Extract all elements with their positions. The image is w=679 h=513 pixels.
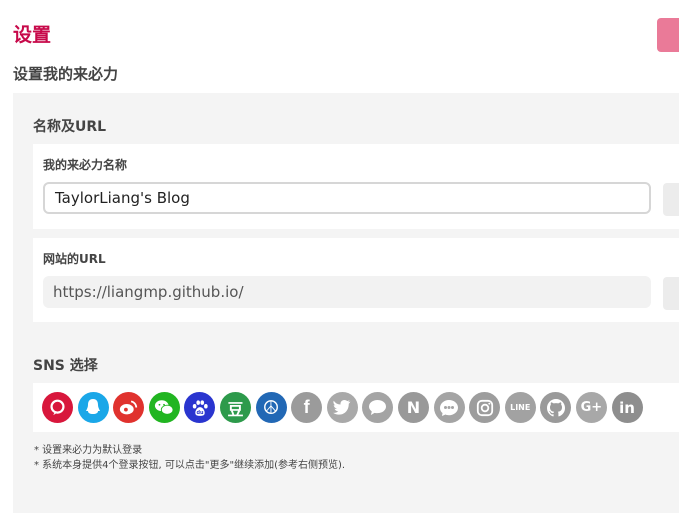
note-more-buttons: * 系统本身提供4个登录按钮, 可以点击"更多"继续添加(参考右侧预览). [34,460,346,471]
site-url-side-button[interactable] [663,277,679,310]
site-url-input[interactable]: https://liangmp.github.io/ [43,276,651,308]
notes: * 设置来必力为默认登录 * 系统本身提供4个登录按钮, 可以点击"更多"继续添… [34,443,345,473]
settings-panel: 名称及URL 我的来必力名称 TaylorLiang's Blog 网站的URL… [13,93,679,513]
douban-icon[interactable]: 豆 [219,392,251,423]
qq-icon[interactable] [77,392,109,423]
site-url-card: 网站的URL https://liangmp.github.io/ [33,238,679,322]
baidu-icon[interactable]: du [184,392,216,423]
naver-icon[interactable]: N [397,392,429,423]
facebook-icon[interactable]: f [291,392,323,423]
line-icon[interactable]: LINE [504,392,536,423]
name-url-group-title: 名称及URL [33,119,107,135]
weibo-icon[interactable] [113,392,145,423]
dots-icon[interactable] [433,392,465,423]
save-button[interactable] [657,18,679,52]
sns-icon-row: du 豆 ☮ f N LINE G+ in [42,392,643,423]
sns-card: du 豆 ☮ f N LINE G+ in [33,383,679,432]
github-icon[interactable] [540,392,572,423]
instagram-icon[interactable] [469,392,501,423]
google-plus-icon[interactable]: G+ [575,392,607,423]
site-name-side-button[interactable] [663,183,679,216]
wechat-icon[interactable] [148,392,180,423]
sns-group-title: SNS 选择 [33,358,98,374]
site-name-card: 我的来必力名称 TaylorLiang's Blog [33,144,679,229]
kakao-icon[interactable] [42,392,73,423]
twitter-icon[interactable] [326,392,358,423]
site-name-input[interactable]: TaylorLiang's Blog [43,182,651,214]
site-name-label: 我的来必力名称 [43,158,128,172]
page-title: 设置 [13,24,52,46]
message-icon[interactable] [362,392,394,423]
linkedin-icon[interactable]: in [611,392,643,423]
site-url-label: 网站的URL [43,252,106,266]
peace-icon[interactable]: ☮ [255,392,287,423]
section-title: 设置我的来必力 [13,65,119,83]
svg-text:du: du [196,409,204,415]
note-default-login: * 设置来必力为默认登录 [34,445,143,456]
